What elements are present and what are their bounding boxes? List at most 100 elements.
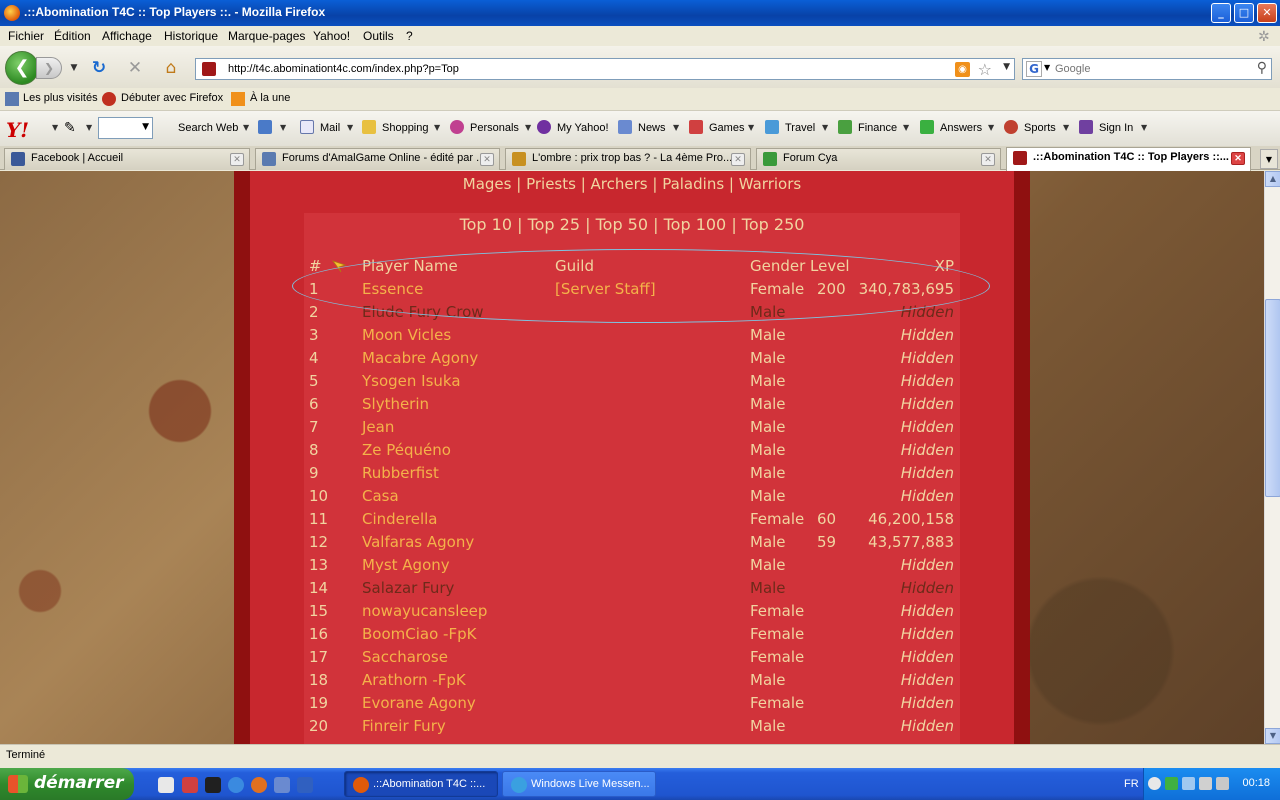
messenger-quicklaunch-icon[interactable]: [297, 777, 313, 793]
player-name-link[interactable]: Evorane Agony: [362, 694, 476, 712]
stop-icon[interactable]: ✕: [125, 58, 145, 78]
player-name-link[interactable]: Salazar Fury: [362, 579, 454, 597]
class-link-mages[interactable]: Mages: [463, 175, 512, 193]
search-input[interactable]: [1055, 61, 1250, 77]
home-icon[interactable]: ⌂: [161, 58, 181, 78]
tab-close-icon[interactable]: ✕: [981, 153, 995, 166]
sign-in-dropdown-icon[interactable]: ▼: [1141, 123, 1147, 132]
bookmark-star-icon[interactable]: ☆: [978, 60, 992, 79]
player-name-link[interactable]: Ysogen Isuka: [362, 372, 461, 390]
tab-lombre[interactable]: L'ombre : prix trop bas ? - La 4ème Pro.…: [505, 148, 751, 170]
top-100-link[interactable]: Top 100: [664, 215, 727, 234]
menu-marque-pages[interactable]: Marque-pages: [228, 29, 305, 43]
player-name-link[interactable]: Myst Agony: [362, 556, 450, 574]
start-button[interactable]: démarrer: [0, 768, 134, 800]
shield-icon[interactable]: [258, 120, 272, 134]
player-name-link[interactable]: Casa: [362, 487, 399, 505]
search-box[interactable]: G ▼ ⚲: [1022, 58, 1272, 80]
yahoo-search-field[interactable]: ▼: [98, 117, 153, 139]
menu-historique[interactable]: Historique: [164, 29, 218, 43]
t4c-launcher-icon[interactable]: [205, 777, 221, 793]
taskbar-messenger-window[interactable]: Windows Live Messen...: [502, 771, 656, 797]
player-name-link[interactable]: Jean: [362, 418, 394, 436]
personals-dropdown-icon[interactable]: ▼: [525, 123, 531, 132]
class-link-paladins[interactable]: Paladins: [662, 175, 724, 193]
answers-dropdown-icon[interactable]: ▼: [988, 123, 994, 132]
yahoo-sign-in[interactable]: Sign In: [1099, 122, 1133, 134]
shopping-dropdown-icon[interactable]: ▼: [434, 123, 440, 132]
url-bar[interactable]: ◉ ☆ ▼: [195, 58, 1015, 80]
player-name-link[interactable]: Finreir Fury: [362, 717, 446, 735]
class-link-warriors[interactable]: Warriors: [739, 175, 801, 193]
menu-fichier[interactable]: Fichier: [8, 29, 44, 43]
taskbar-firefox-window[interactable]: .::Abomination T4C ::...: [344, 771, 498, 797]
top-25-link[interactable]: Top 25: [528, 215, 580, 234]
tab-abomination-top-players[interactable]: .::Abomination T4C :: Top Players ::... …: [1006, 147, 1251, 171]
tab-forum-cya[interactable]: Forum Cya ✕: [756, 148, 1001, 170]
player-name-link[interactable]: Saccharose: [362, 648, 448, 666]
player-name-link[interactable]: Macabre Agony: [362, 349, 478, 367]
search-field-dropdown-icon[interactable]: ▼: [142, 122, 149, 132]
yahoo-travel[interactable]: Travel: [785, 122, 815, 134]
player-name-link[interactable]: Ze Péquéno: [362, 441, 451, 459]
top-250-link[interactable]: Top 250: [742, 215, 805, 234]
url-input[interactable]: [228, 61, 928, 77]
history-dropdown-icon[interactable]: ▼: [64, 58, 84, 78]
bookmark-headlines[interactable]: À la une: [250, 92, 290, 104]
firefox-quicklaunch-icon[interactable]: [251, 777, 267, 793]
yahoo-dropdown-icon[interactable]: ▼: [52, 123, 58, 132]
tray-device-icon[interactable]: [1216, 777, 1229, 790]
url-dropdown-icon[interactable]: ▼: [1003, 62, 1010, 72]
engine-dropdown-icon[interactable]: ▼: [1044, 63, 1050, 72]
pencil-dropdown-icon[interactable]: ▼: [86, 123, 92, 132]
yahoo-my-yahoo[interactable]: My Yahoo!: [557, 122, 609, 134]
yahoo-mail[interactable]: Mail: [320, 122, 340, 134]
tab-facebook[interactable]: Facebook | Accueil ✕: [4, 148, 250, 170]
tab-amalgame-forum[interactable]: Forums d'AmalGame Online - édité par ...…: [255, 148, 500, 170]
travel-dropdown-icon[interactable]: ▼: [822, 123, 828, 132]
scroll-down-icon[interactable]: ▼: [1265, 728, 1280, 744]
class-link-archers[interactable]: Archers: [591, 175, 648, 193]
yahoo-answers[interactable]: Answers: [940, 122, 982, 134]
yahoo-finance[interactable]: Finance: [858, 122, 897, 134]
menu-yahoo[interactable]: Yahoo!: [313, 29, 350, 43]
shield-dropdown-icon[interactable]: ▼: [280, 123, 286, 132]
language-indicator[interactable]: FR: [1124, 778, 1139, 790]
rss-feed-icon[interactable]: ◉: [955, 62, 970, 77]
yahoo-news[interactable]: News: [638, 122, 666, 134]
minimize-button[interactable]: _: [1211, 3, 1231, 23]
player-name-link[interactable]: Cinderella: [362, 510, 438, 528]
finance-dropdown-icon[interactable]: ▼: [903, 123, 909, 132]
player-name-link[interactable]: Valfaras Agony: [362, 533, 474, 551]
menu-affichage[interactable]: Affichage: [102, 29, 152, 43]
quicklaunch-app-icon[interactable]: [182, 777, 198, 793]
desktop-icon[interactable]: [158, 777, 174, 793]
mail-dropdown-icon[interactable]: ▼: [347, 123, 353, 132]
top-50-link[interactable]: Top 50: [596, 215, 648, 234]
tray-network-icon[interactable]: [1182, 777, 1195, 790]
tray-messenger-icon[interactable]: [1165, 777, 1178, 790]
yahoo-games[interactable]: Games: [709, 122, 744, 134]
player-name-link[interactable]: Slytherin: [362, 395, 429, 413]
tab-close-icon[interactable]: ✕: [230, 153, 244, 166]
tray-arrow-icon[interactable]: [1148, 777, 1161, 790]
menu-outils[interactable]: Outils: [363, 29, 394, 43]
reload-icon[interactable]: ↻: [89, 58, 109, 78]
player-name-link[interactable]: BoomCiao -FpK: [362, 625, 476, 643]
search-web-dropdown-icon[interactable]: ▼: [243, 123, 249, 132]
google-engine-icon[interactable]: G: [1026, 61, 1042, 77]
maximize-button[interactable]: □: [1234, 3, 1254, 23]
search-icon[interactable]: ⚲: [1257, 60, 1267, 76]
top-10-link[interactable]: Top 10: [460, 215, 512, 234]
pencil-icon[interactable]: ✎: [64, 119, 76, 136]
tray-volume-icon[interactable]: [1199, 777, 1212, 790]
back-button[interactable]: ❮: [5, 51, 39, 85]
forward-button[interactable]: ❯: [36, 57, 62, 79]
yahoo-sports[interactable]: Sports: [1024, 122, 1056, 134]
vertical-scrollbar[interactable]: ▲ ▼: [1264, 171, 1280, 744]
tab-list-dropdown-icon[interactable]: ▼: [1260, 149, 1278, 169]
player-name-link[interactable]: Moon Vicles: [362, 326, 451, 344]
class-link-priests[interactable]: Priests: [526, 175, 576, 193]
media-player-icon[interactable]: [274, 777, 290, 793]
scroll-up-icon[interactable]: ▲: [1265, 171, 1280, 187]
